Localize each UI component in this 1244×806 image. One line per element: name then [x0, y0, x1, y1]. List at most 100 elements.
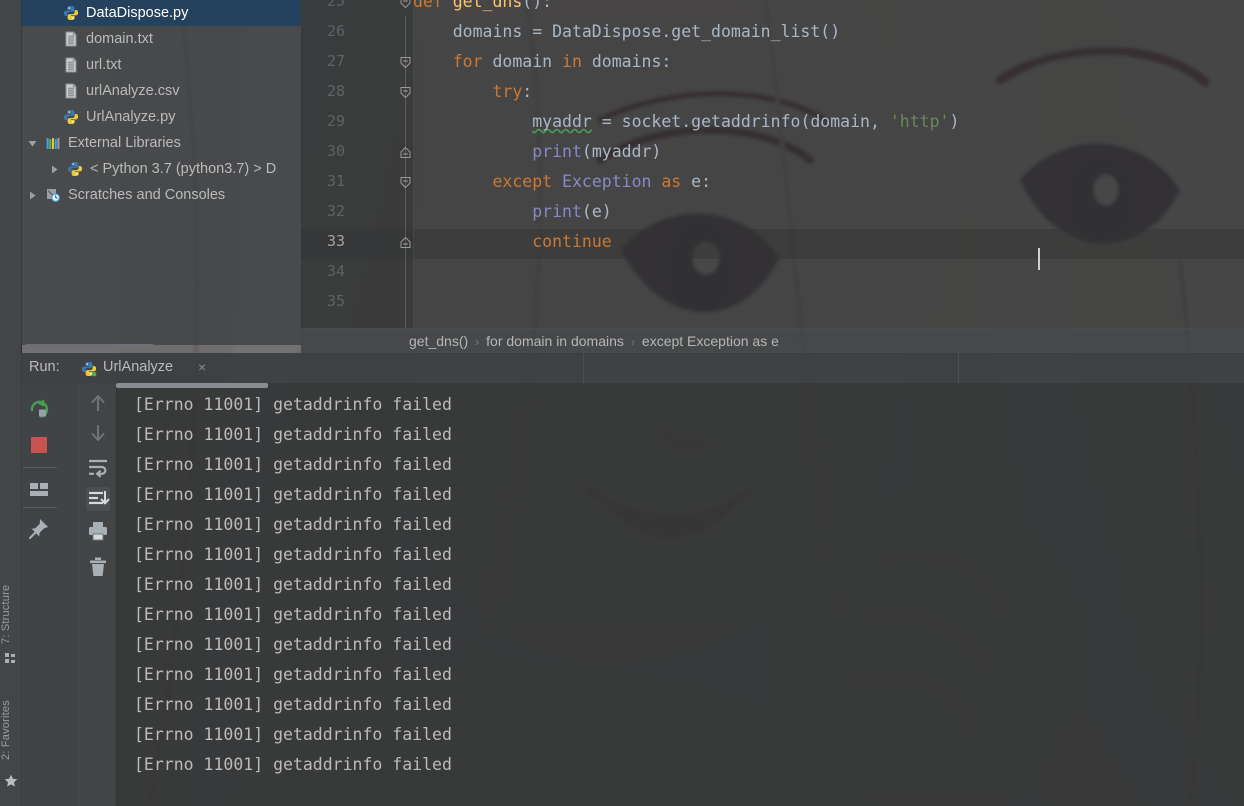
arrow-down-button[interactable] — [86, 421, 110, 445]
tree-row[interactable]: External Libraries — [21, 130, 301, 156]
fold-marker-start[interactable] — [399, 86, 412, 99]
console-line: [Errno 11001] getaddrinfo failed — [134, 725, 452, 744]
code-token: Exception — [552, 172, 662, 191]
fold-marker-end[interactable] — [399, 236, 412, 249]
chevron-right-icon[interactable] — [50, 165, 59, 174]
pin-button[interactable] — [27, 517, 51, 541]
code-editor[interactable]: 25 26 27 28 29 30 31 32 33 34 35 def get_dns(): do… — [301, 0, 1244, 328]
line-number: 30 — [326, 142, 345, 160]
code-token: for — [452, 52, 483, 71]
code-line[interactable]: domains = DataDispose.get_domain_list() — [413, 17, 840, 47]
run-toolbar-secondary — [78, 383, 117, 806]
run-tool-window: Run: UrlAnalyze × [Errno 11001] getaddri… — [21, 353, 1244, 806]
chevron-right-icon[interactable] — [28, 191, 37, 200]
fold-marker-end[interactable] — [399, 146, 412, 159]
line-number: 29 — [326, 112, 345, 130]
code-line[interactable]: myaddr = socket.getaddrinfo(domain, 'htt… — [413, 107, 959, 137]
breadcrumb[interactable]: get_dns() › for domain in domains › except E… — [301, 328, 1244, 354]
run-toolbar-primary — [21, 383, 78, 806]
layout-button[interactable] — [27, 477, 51, 501]
stop-button[interactable] — [27, 433, 51, 457]
breadcrumb-item[interactable]: for domain in domains — [486, 329, 624, 354]
editor-gutter[interactable]: 25 26 27 28 29 30 31 32 33 34 35 — [301, 0, 414, 328]
tree-row[interactable]: Scratches and Consoles — [21, 182, 301, 208]
line-number: 26 — [326, 22, 345, 40]
tree-row[interactable]: < Python 3.7 (python3.7) > D — [21, 156, 301, 182]
arrow-up-button[interactable] — [86, 391, 110, 415]
code-line[interactable]: try: — [413, 77, 532, 107]
run-window-label: Run: — [29, 359, 60, 375]
sidebar-item-structure[interactable]: 7: Structure — [0, 578, 21, 650]
toolbar-divider — [23, 507, 57, 508]
close-icon[interactable]: × — [198, 359, 206, 375]
python-file-icon — [63, 5, 79, 21]
console-line: [Errno 11001] getaddrinfo failed — [134, 545, 452, 564]
print-button[interactable] — [86, 519, 110, 543]
console-horizontal-scrollbar[interactable] — [116, 383, 268, 388]
breadcrumb-item[interactable]: get_dns() — [409, 329, 468, 354]
line-number: 35 — [326, 292, 345, 310]
tree-row[interactable]: urlAnalyze.csv — [21, 78, 301, 104]
chevron-down-icon[interactable] — [28, 139, 37, 148]
code-token: ) — [949, 112, 960, 131]
tree-row[interactable]: UrlAnalyze.py — [21, 104, 301, 130]
tree-row-label: External Libraries — [68, 135, 181, 151]
code-token: print — [532, 142, 582, 161]
breadcrumb-item[interactable]: except Exception as e — [642, 329, 779, 354]
code-token: : — [522, 82, 533, 101]
soft-wrap-button[interactable] — [86, 455, 110, 479]
fold-marker-start[interactable] — [399, 0, 412, 9]
code-token: domain — [482, 52, 563, 71]
line-number: 33 — [326, 232, 345, 250]
code-token: e: — [681, 172, 712, 191]
rerun-button[interactable] — [27, 397, 51, 421]
project-tree-horizontal-scrollbar[interactable] — [24, 344, 155, 350]
tree-row-label: UrlAnalyze.py — [86, 109, 176, 125]
code-line[interactable]: for domain in domains: — [413, 47, 672, 77]
console-line: [Errno 11001] getaddrinfo failed — [134, 665, 452, 684]
code-token: = socket.getaddrinfo(domain, — [591, 112, 890, 131]
console-line: [Errno 11001] getaddrinfo failed — [134, 695, 452, 714]
scroll-to-end-button[interactable] — [86, 487, 110, 511]
tree-row[interactable]: domain.txt — [21, 26, 301, 52]
breadcrumb-separator: › — [475, 335, 480, 349]
code-line[interactable]: print(e) — [413, 197, 612, 227]
code-token: def — [413, 0, 453, 11]
code-line[interactable]: continue — [413, 227, 611, 257]
breadcrumb-separator: › — [630, 335, 635, 349]
code-token: (): — [522, 0, 553, 11]
run-tab-bar: Run: UrlAnalyze × — [21, 353, 1244, 383]
code-line[interactable]: print(myaddr) — [413, 137, 661, 167]
tree-row-label: url.txt — [86, 57, 122, 73]
code-token: in — [562, 52, 582, 71]
structure-icon[interactable] — [4, 652, 17, 665]
code-line[interactable]: def get_dns(): — [413, 0, 552, 17]
sidebar-item-favorites[interactable]: 2: Favorites — [0, 690, 21, 770]
tree-row[interactable]: url.txt — [21, 52, 301, 78]
python-interpreter-icon — [67, 161, 83, 177]
tree-row[interactable]: DataDispose.py — [21, 0, 301, 26]
trash-icon[interactable] — [86, 555, 110, 579]
python-run-icon — [81, 361, 97, 377]
line-number: 27 — [326, 52, 345, 70]
code-token: (e) — [581, 202, 612, 221]
fold-marker-start[interactable] — [399, 176, 412, 189]
tab-separator — [583, 353, 584, 383]
console-line: [Errno 11001] getaddrinfo failed — [134, 395, 452, 414]
run-console-output[interactable]: [Errno 11001] getaddrinfo failed [Errno 1… — [116, 383, 1244, 806]
project-tree-panel[interactable]: DataDispose.py domain.txt url.txt urlAnalyz… — [21, 0, 301, 345]
fold-marker-start[interactable] — [399, 56, 412, 69]
console-line: [Errno 11001] getaddrinfo failed — [134, 575, 452, 594]
code-token: print — [532, 202, 582, 221]
code-token: (myaddr) — [581, 142, 662, 161]
code-line[interactable]: except Exception as e: — [413, 167, 711, 197]
scratches-icon — [45, 187, 61, 203]
star-icon[interactable] — [4, 774, 18, 787]
text-file-icon — [63, 83, 79, 99]
